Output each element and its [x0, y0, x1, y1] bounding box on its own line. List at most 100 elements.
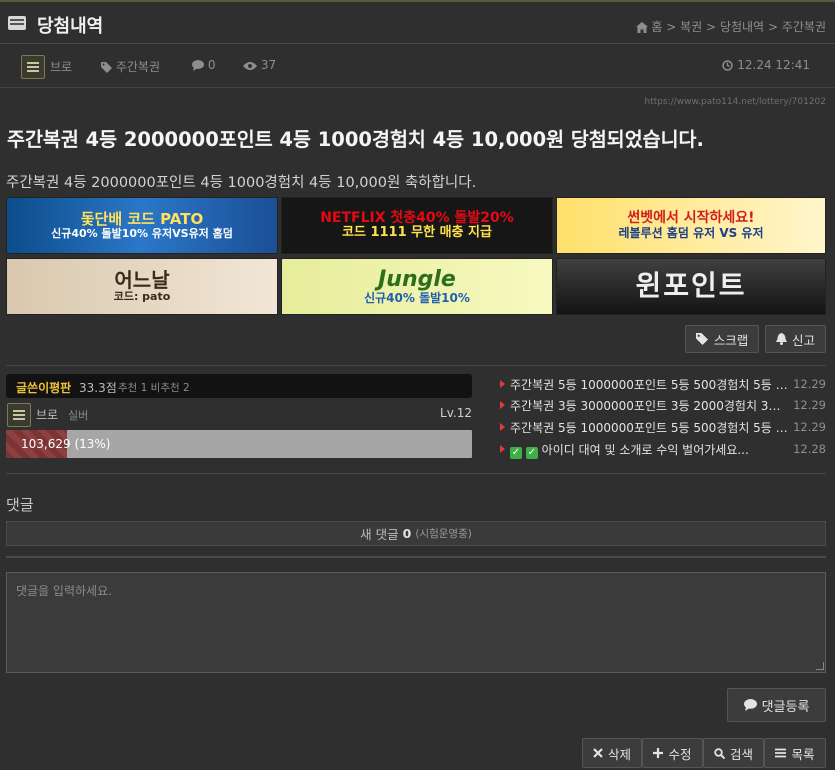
post-datetime: 12.24 12:41	[722, 58, 810, 72]
divider	[6, 556, 826, 558]
arrow-right-icon	[500, 380, 505, 388]
scrap-button[interactable]: 스크랩	[685, 325, 759, 353]
report-label: 신고	[791, 332, 815, 348]
list-icon	[775, 748, 787, 758]
edit-label: 수정	[668, 746, 692, 762]
breadcrumb-sep: >	[706, 20, 717, 34]
banner-line: NETFLIX 첫충40% 돌발20%	[320, 209, 514, 226]
related-post-date: 12.29	[793, 377, 826, 391]
related-post[interactable]: 주간복권 5등 1000000포인트 5등 500경험치 5등 0... 12.…	[500, 418, 826, 438]
related-post-date: 12.28	[793, 442, 826, 456]
comment-icon	[743, 699, 757, 711]
delete-button[interactable]: 삭제	[582, 738, 642, 768]
comment-icon	[192, 60, 204, 71]
close-icon	[593, 748, 603, 758]
new-comments-count: 0	[402, 526, 412, 541]
page-header: 당첨내역 홈 > 복권 > 당첨내역 > 주간복권	[0, 2, 835, 44]
banner-line: 신규40% 돌발10%	[364, 291, 470, 305]
search-label: 검색	[729, 746, 753, 762]
related-post-title[interactable]: 주간복권 5등 1000000포인트 5등 500경험치 5등 0...	[510, 376, 790, 393]
banner-jungle[interactable]: Jungle 신규40% 돌발10%	[281, 258, 553, 315]
breadcrumb-item-winnings[interactable]: 당첨내역	[720, 20, 764, 34]
related-post-date: 12.29	[793, 398, 826, 412]
new-comments-label: 새 댓글	[360, 527, 399, 542]
new-comments-note: (시험운영중)	[415, 528, 472, 540]
banner-line: 신규40% 돌발10% 유저VS유저 홈덤	[51, 226, 233, 240]
related-post-date: 12.29	[793, 420, 826, 434]
author-avatar[interactable]	[21, 55, 45, 79]
post-subject: 주간복권 4등 2000000포인트 4등 1000경험치 4등 10,000원…	[7, 128, 704, 151]
banner-line: 레볼루션 홈덤 유저 VS 유저	[618, 225, 764, 240]
banner-line: 썬벳에서 시작하세요!	[627, 210, 755, 227]
comment-count: 0	[192, 58, 215, 72]
datetime-value: 12.24 12:41	[737, 58, 810, 72]
eye-icon	[243, 61, 257, 70]
related-post[interactable]: 주간복권 5등 1000000포인트 5등 500경험치 5등 0... 12.…	[500, 375, 826, 395]
breadcrumb-item-weekly[interactable]: 주간복권	[782, 20, 826, 34]
author-rating-box: 글쓴이평판 33.3점 추천 1 비추천 2	[6, 374, 472, 398]
arrow-right-icon	[500, 445, 505, 453]
related-post[interactable]: 주간복권 3등 3000000포인트 3등 2000경험치 3등 ... 12.…	[500, 396, 826, 416]
author-level: Lv.12	[440, 406, 472, 420]
breadcrumb-sep: >	[666, 20, 677, 34]
comments-heading: 댓글	[6, 496, 34, 514]
delete-label: 삭제	[607, 746, 631, 762]
category-label: 주간복권	[115, 60, 160, 74]
exp-progress-bar: 103,629 (13%)	[6, 430, 472, 458]
breadcrumb-sep: >	[767, 20, 778, 34]
new-comments-bar[interactable]: 새 댓글 0 (시험운영중)	[6, 521, 826, 546]
home-icon	[635, 22, 648, 33]
breadcrumb: 홈 > 복권 > 당첨내역 > 주간복권	[635, 18, 826, 35]
banner-winpoint[interactable]: 윈포인트	[556, 258, 826, 315]
check-icon: ✓	[510, 447, 522, 459]
banner-line: 윈포인트	[635, 269, 747, 303]
author-name[interactable]: 브로	[36, 406, 58, 423]
clock-icon	[722, 60, 734, 71]
breadcrumb-item-lottery[interactable]: 복권	[680, 20, 702, 34]
post-category: 주간복권	[101, 58, 160, 75]
banner-line: 돛단배 코드 PATO	[80, 210, 204, 229]
arrow-right-icon	[500, 423, 505, 431]
bell-icon	[775, 333, 787, 345]
banner-sunbet[interactable]: 썬벳에서 시작하세요! 레볼루션 홈덤 유저 VS 유저	[556, 197, 826, 254]
post-url[interactable]: https://www.pato114.net/lottery/701202	[645, 97, 827, 107]
comment-input[interactable]	[6, 572, 826, 673]
tag-icon	[101, 62, 112, 73]
related-post-title[interactable]: 주간복권 3등 3000000포인트 3등 2000경험치 3등 ...	[510, 397, 790, 414]
plus-icon	[653, 748, 664, 758]
author-avatar[interactable]	[7, 403, 31, 427]
banner-line: 코드: pato	[113, 290, 171, 304]
page-title: 당첨내역	[37, 16, 104, 37]
banner-line: Jungle	[378, 266, 456, 292]
resize-grip-icon[interactable]	[816, 662, 824, 670]
banner-dolddanbae[interactable]: 돛단배 코드 PATO 신규40% 돌발10% 유저VS유저 홈덤	[6, 197, 278, 254]
rating-votes: 추천 1 비추천 2	[118, 382, 190, 394]
banner-line: 어느날	[114, 268, 170, 293]
comment-submit-button[interactable]: 댓글등록	[727, 688, 826, 722]
comment-count-value: 0	[207, 58, 216, 72]
related-post-title-text: 아이디 대여 및 소개로 수익 벌어가세요...	[541, 443, 749, 457]
post-meta: 브로 주간복권 0 37 12.24 12:41	[0, 48, 835, 88]
rating-title: 글쓴이평판	[16, 381, 72, 395]
divider	[6, 365, 826, 366]
arrow-right-icon	[500, 401, 505, 409]
report-button[interactable]: 신고	[765, 325, 826, 353]
banner-line: 코드 1111 무한 매충 지급	[342, 225, 492, 241]
breadcrumb-home[interactable]: 홈	[651, 20, 662, 34]
comment-submit-label: 댓글등록	[761, 699, 810, 715]
post-body: 주간복권 4등 2000000포인트 4등 1000경험치 4등 10,000원…	[6, 175, 477, 191]
related-post[interactable]: ✓ ✓ 아이디 대여 및 소개로 수익 벌어가세요... 12.28	[500, 440, 826, 460]
rating-score: 33.3점	[79, 381, 117, 395]
related-post-title[interactable]: 주간복권 5등 1000000포인트 5등 500경험치 5등 0...	[510, 419, 790, 436]
edit-button[interactable]: 수정	[642, 738, 703, 768]
view-count-value: 37	[260, 58, 277, 72]
view-count: 37	[243, 58, 276, 72]
list-button[interactable]: 목록	[764, 738, 826, 768]
banner-netflix[interactable]: NETFLIX 첫충40% 돌발20% 코드 1111 무한 매충 지급	[281, 197, 553, 254]
author-name[interactable]: 브로	[50, 58, 72, 75]
search-button[interactable]: 검색	[703, 738, 764, 768]
banner-eoneunal[interactable]: 어느날 코드: pato	[6, 258, 278, 315]
author-rank: 실버	[68, 409, 89, 422]
related-post-title[interactable]: ✓ ✓ 아이디 대여 및 소개로 수익 벌어가세요...	[510, 441, 790, 459]
list-label: 목록	[791, 746, 815, 762]
